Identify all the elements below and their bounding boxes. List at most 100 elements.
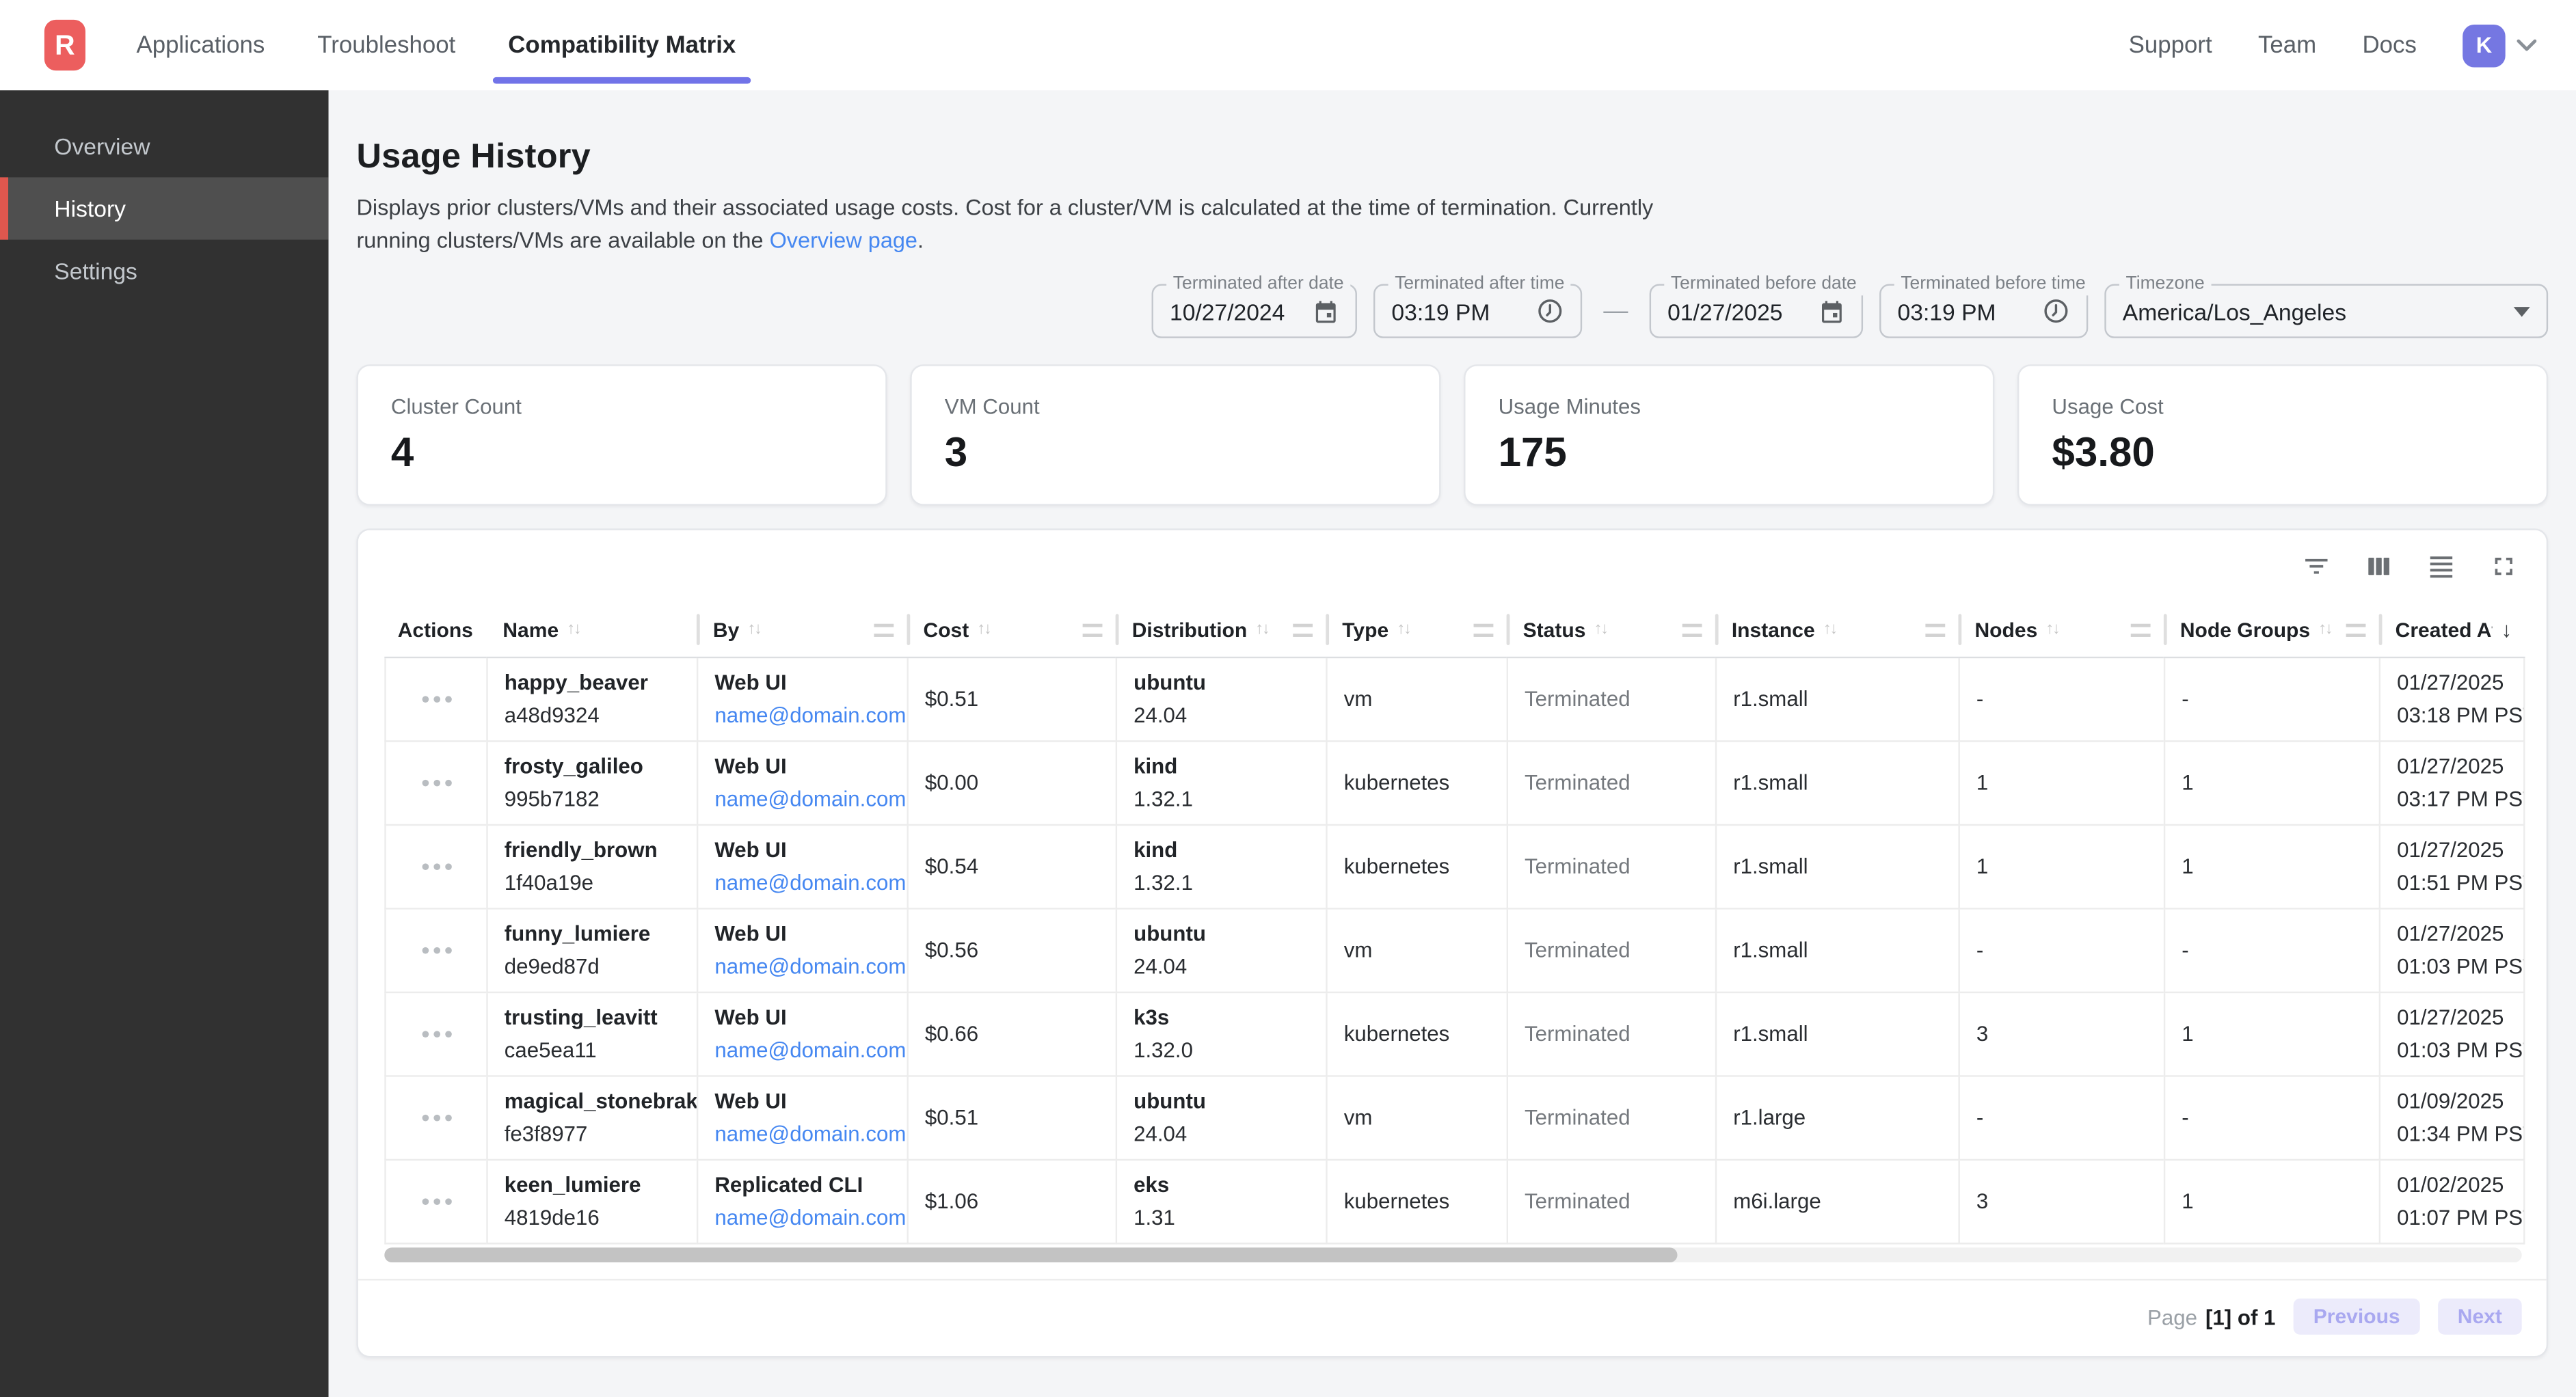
replicated-logo[interactable]: R: [44, 20, 85, 70]
column-resize-handle[interactable]: [2346, 623, 2366, 636]
user-email-link[interactable]: name@domain.com: [714, 1034, 890, 1067]
column-header-instance[interactable]: Instance↑↓: [1715, 602, 1959, 658]
sort-arrows-icon: ↑↓: [977, 621, 990, 638]
column-header-by[interactable]: By↑↓: [697, 602, 907, 658]
next-page-button[interactable]: Next: [2438, 1299, 2522, 1335]
scrollbar-thumb[interactable]: [384, 1247, 1677, 1262]
fullscreen-icon[interactable]: [2487, 550, 2520, 583]
row-actions-button[interactable]: [415, 690, 457, 709]
nav-item-troubleshoot[interactable]: Troubleshoot: [317, 32, 455, 58]
clock-icon[interactable]: [2042, 297, 2070, 325]
table-toolbar: [358, 550, 2547, 583]
cell-name: trusting_leavittcae5ea11: [486, 993, 697, 1076]
column-header-name[interactable]: Name↑↓: [486, 602, 697, 658]
sort-arrows-icon: ↑↓: [1594, 621, 1607, 638]
cell-type: kubernetes: [1326, 1161, 1506, 1244]
cell-distribution: ubuntu24.04: [1116, 910, 1326, 993]
sort-arrows-icon: ↑↓: [1255, 621, 1268, 638]
cell-nodes: 1: [1958, 826, 2163, 909]
column-resize-handle[interactable]: [1293, 623, 1313, 636]
column-header-distribution[interactable]: Distribution↑↓: [1116, 602, 1326, 658]
terminated-before-date-field[interactable]: Terminated before date 01/27/2025: [1650, 284, 1863, 338]
column-resize-handle[interactable]: [1083, 623, 1103, 636]
column-header-type[interactable]: Type↑↓: [1326, 602, 1506, 658]
cell-cost: $0.66: [907, 993, 1115, 1076]
density-icon[interactable]: [2425, 550, 2458, 583]
cell-instance: r1.small: [1715, 910, 1959, 993]
cell-distribution: ubuntu24.04: [1116, 1077, 1326, 1161]
column-header-node-groups[interactable]: Node Groups↑↓: [2164, 602, 2379, 658]
usage-history-table-card: ActionsName↑↓By↑↓Cost↑↓Distribution↑↓Typ…: [356, 528, 2548, 1357]
sidebar-item-history[interactable]: History: [0, 177, 329, 239]
column-header-created-at[interactable]: Created At↓: [2379, 602, 2525, 658]
column-header-status[interactable]: Status↑↓: [1507, 602, 1715, 658]
cell-by: Replicated CLIname@domain.com: [697, 1161, 907, 1244]
page-title: Usage History: [356, 138, 2548, 178]
column-resize-handle[interactable]: [2131, 623, 2151, 636]
cell-created-at: 01/27/202501:03 PM PST: [2379, 993, 2525, 1076]
nav-item-compatibility-matrix[interactable]: Compatibility Matrix: [508, 32, 736, 58]
stat-label: Usage Minutes: [1499, 394, 1960, 418]
overview-page-link[interactable]: Overview page: [770, 228, 917, 253]
column-resize-handle[interactable]: [1925, 623, 1945, 636]
field-value: 03:19 PM: [1898, 298, 1996, 324]
user-email-link[interactable]: name@domain.com: [714, 783, 890, 816]
nav-item-applications[interactable]: Applications: [136, 32, 265, 58]
clock-icon[interactable]: [1536, 297, 1564, 325]
stat-card-usage-minutes: Usage Minutes 175: [1464, 364, 1994, 506]
column-header-actions: Actions: [384, 602, 486, 658]
account-menu[interactable]: K: [2463, 24, 2536, 66]
calendar-icon[interactable]: [1819, 298, 1844, 324]
columns-icon[interactable]: [2363, 550, 2396, 583]
horizontal-scrollbar[interactable]: [384, 1247, 2521, 1262]
previous-page-button[interactable]: Previous: [2294, 1299, 2420, 1335]
user-email-link[interactable]: name@domain.com: [714, 1118, 890, 1151]
cell-name: magical_stonebrakerfe3f8977: [486, 1077, 697, 1161]
secondary-nav: Support Team Docs K: [2129, 24, 2537, 66]
cell-name: keen_lumiere4819de16: [486, 1161, 697, 1244]
user-email-link[interactable]: name@domain.com: [714, 1202, 890, 1234]
column-header-cost[interactable]: Cost↑↓: [907, 602, 1115, 658]
filter-icon[interactable]: [2300, 550, 2333, 583]
cell-actions: [384, 742, 486, 826]
terminated-after-date-field[interactable]: Terminated after date 10/27/2024: [1152, 284, 1357, 338]
user-email-link[interactable]: name@domain.com: [714, 699, 890, 732]
cell-cost: $0.00: [907, 742, 1115, 826]
row-actions-button[interactable]: [415, 1108, 457, 1128]
row-actions-button[interactable]: [415, 857, 457, 877]
calendar-icon[interactable]: [1313, 298, 1339, 324]
top-nav: R Applications Troubleshoot Compatibilit…: [0, 0, 2576, 90]
row-actions-button[interactable]: [415, 1192, 457, 1212]
sidebar-item-settings[interactable]: Settings: [0, 240, 329, 302]
avatar[interactable]: K: [2463, 24, 2505, 66]
cell-nodes: 1: [1958, 742, 2163, 826]
column-header-nodes[interactable]: Nodes↑↓: [1958, 602, 2163, 658]
row-actions-button[interactable]: [415, 940, 457, 960]
column-resize-handle[interactable]: [874, 623, 894, 636]
terminated-after-time-field[interactable]: Terminated after time 03:19 PM: [1373, 284, 1582, 338]
cell-type: vm: [1326, 1077, 1506, 1161]
column-resize-handle[interactable]: [1682, 623, 1702, 636]
nav-item-docs[interactable]: Docs: [2362, 32, 2416, 58]
cell-node-groups: 1: [2164, 742, 2379, 826]
cell-nodes: -: [1958, 910, 2163, 993]
cell-cost: $0.51: [907, 1077, 1115, 1161]
cell-distribution: eks1.31: [1116, 1161, 1326, 1244]
column-resize-handle[interactable]: [1474, 623, 1494, 636]
user-email-link[interactable]: name@domain.com: [714, 951, 890, 984]
cell-instance: m6i.large: [1715, 1161, 1959, 1244]
row-actions-button[interactable]: [415, 1025, 457, 1044]
sidebar-item-overview[interactable]: Overview: [0, 115, 329, 177]
field-label: Timezone: [2119, 274, 2211, 295]
cell-node-groups: 1: [2164, 826, 2379, 909]
row-actions-button[interactable]: [415, 773, 457, 793]
cell-nodes: 3: [1958, 993, 2163, 1076]
user-email-link[interactable]: name@domain.com: [714, 867, 890, 899]
cell-nodes: -: [1958, 658, 2163, 742]
terminated-before-time-field[interactable]: Terminated before time 03:19 PM: [1879, 284, 2088, 338]
description-text: Displays prior clusters/VMs and their as…: [356, 195, 1653, 253]
cell-name: frosty_galileo995b7182: [486, 742, 697, 826]
timezone-select[interactable]: Timezone America/Los_Angeles: [2104, 284, 2548, 338]
nav-item-team[interactable]: Team: [2258, 32, 2316, 58]
nav-item-support[interactable]: Support: [2129, 32, 2212, 58]
